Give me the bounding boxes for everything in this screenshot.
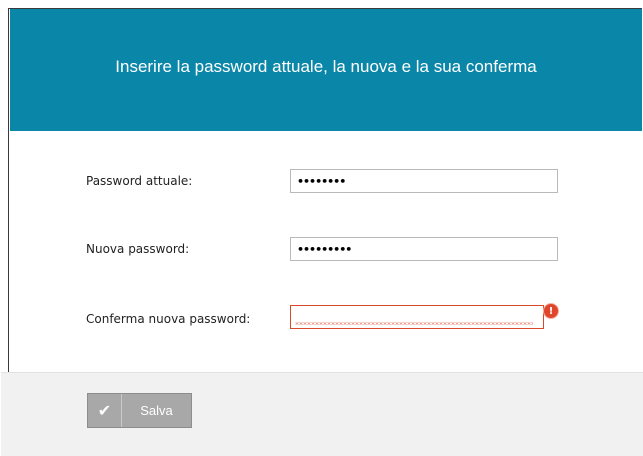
spellcheck-underline <box>295 322 533 325</box>
current-password-label: Password attuale: <box>86 174 193 188</box>
save-button[interactable]: ✔ Salva <box>87 393 192 428</box>
checkmark-icon: ✔ <box>88 394 122 427</box>
confirm-password-field[interactable] <box>290 305 544 329</box>
confirm-password-label: Conferma nuova password: <box>86 312 251 326</box>
current-password-value: •••••••• <box>297 174 346 188</box>
new-password-field[interactable]: ••••••••• <box>290 237 558 261</box>
dialog-title: Inserire la password attuale, la nuova e… <box>115 57 537 76</box>
error-icon: ! <box>544 304 558 318</box>
new-password-label: Nuova password: <box>86 242 190 256</box>
dialog-header: Inserire la password attuale, la nuova e… <box>10 9 642 131</box>
current-password-field[interactable]: •••••••• <box>290 169 558 193</box>
new-password-value: ••••••••• <box>297 242 352 256</box>
save-button-label: Salva <box>140 403 173 418</box>
